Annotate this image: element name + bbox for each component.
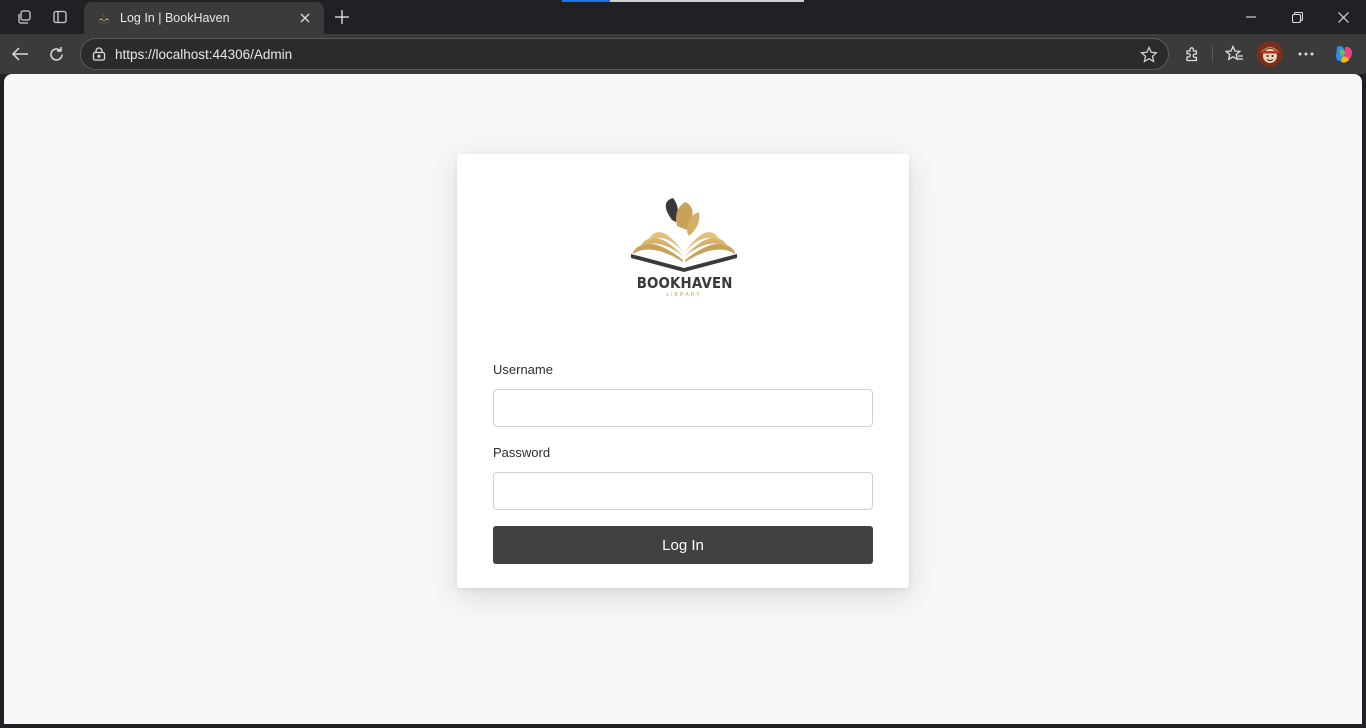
active-tab[interactable]: Log In | BookHaven bbox=[84, 2, 324, 34]
tab-actions-icon[interactable] bbox=[47, 5, 73, 29]
tab-strip: Log In | BookHaven bbox=[0, 0, 1366, 34]
back-arrow-icon[interactable] bbox=[6, 40, 34, 68]
password-label: Password bbox=[493, 445, 551, 460]
bookhaven-logo: BOOKHAVEN LIBRARY bbox=[629, 196, 739, 300]
logo-wordmark: BOOKHAVEN bbox=[636, 274, 733, 292]
tab-title: Log In | BookHaven bbox=[120, 11, 230, 25]
login-card: BOOKHAVEN LIBRARY Username Password Log … bbox=[457, 154, 909, 588]
close-icon[interactable] bbox=[296, 9, 314, 27]
address-url: https://localhost:44306/Admin bbox=[115, 46, 293, 62]
browser-toolbar: https://localhost:44306/Admin bbox=[0, 34, 1366, 74]
reload-icon[interactable] bbox=[42, 40, 70, 68]
page-load-progress bbox=[562, 0, 804, 2]
page-load-progress-fill bbox=[562, 0, 611, 2]
minimize-button[interactable] bbox=[1228, 0, 1274, 34]
password-field[interactable] bbox=[493, 472, 873, 510]
puzzle-icon[interactable] bbox=[1179, 40, 1207, 68]
more-icon[interactable] bbox=[1292, 40, 1320, 68]
plus-icon[interactable] bbox=[330, 5, 354, 29]
address-bar[interactable]: https://localhost:44306/Admin bbox=[80, 38, 1169, 70]
username-field[interactable] bbox=[493, 389, 873, 427]
close-window-button[interactable] bbox=[1320, 0, 1366, 34]
avatar[interactable] bbox=[1257, 41, 1283, 67]
login-button[interactable]: Log In bbox=[493, 526, 873, 564]
favorites-icon[interactable] bbox=[1220, 40, 1248, 68]
bookhaven-favicon bbox=[96, 10, 112, 26]
restore-button[interactable] bbox=[1274, 0, 1320, 34]
book-leaf-icon bbox=[631, 198, 737, 272]
copilot-icon[interactable] bbox=[1330, 40, 1358, 68]
lock-icon[interactable] bbox=[91, 46, 107, 62]
page-viewport: BOOKHAVEN LIBRARY Username Password Log … bbox=[4, 74, 1362, 724]
username-label: Username bbox=[493, 362, 553, 377]
star-icon[interactable] bbox=[1140, 45, 1158, 64]
workspaces-icon[interactable] bbox=[11, 5, 37, 29]
toolbar-divider bbox=[1212, 46, 1213, 62]
logo-tagline: LIBRARY bbox=[666, 292, 702, 298]
